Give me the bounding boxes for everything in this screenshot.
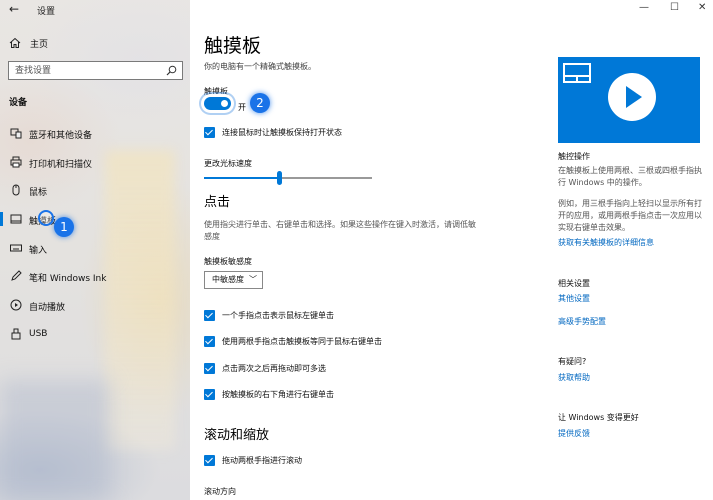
sidebar-item-label: 输入 [29,246,48,256]
tap-option-checkbox[interactable] [204,336,215,347]
home-label: 主页 [30,39,49,50]
keyboard-icon [10,244,22,252]
gestures-text: 在触摸板上使用两根、三根或四根手指执行 Windows 中的操作。 [558,166,702,187]
minimize-button[interactable]: — [639,2,649,13]
step-badge: 1 [54,217,74,237]
sidebar-item-label: 笔和 Windows Ink [29,274,107,284]
sensitivity-label: 触摸板敏感度 [204,257,252,266]
touchpad-toggle-label: 触摸板 [204,87,228,96]
tap-option-checkbox[interactable] [204,389,215,400]
checkbox-label: 一个手指点击表示鼠标左键单击 [222,311,334,320]
checkbox-label: 连接鼠标时让触摸板保持打开状态 [222,128,342,137]
active-indicator [0,212,3,226]
sidebar-item-usb[interactable]: USB [0,326,190,342]
checkbox-label: 按触摸板的右下角进行右键单击 [222,390,334,399]
click-indicator [38,210,54,226]
checkbox-label: 使用两根手指点击触摸板等同于鼠标右键单击 [222,337,382,346]
sidebar-item-pen[interactable]: 笔和 Windows Ink [0,268,190,284]
autoplay-icon [10,299,22,311]
step-badge: 2 [250,93,270,113]
scroll-option-checkbox[interactable] [204,455,215,466]
touchpad-icon [10,214,22,224]
slider-track [279,177,372,179]
cursor-speed-slider[interactable] [204,171,372,185]
checkbox-label: 拖动两根手指进行滚动 [222,456,302,465]
toggle-state-text: 开 [238,103,246,112]
section-heading: 设备 [9,98,28,108]
touchpad-icon [563,63,591,83]
touchpad-toggle[interactable] [204,97,231,110]
gestures-title: 触控操作 [558,152,590,161]
get-help-link[interactable]: 获取帮助 [558,372,590,383]
home-nav[interactable]: 主页 [9,36,48,50]
search-box[interactable] [8,61,183,80]
chevron-down-icon: ﹀ [249,275,257,284]
search-input[interactable] [15,63,165,78]
scroll-direction-label: 滚动方向 [204,487,236,496]
keep-on-checkbox[interactable] [204,127,215,138]
related-settings-title: 相关设置 [558,279,590,288]
sidebar-item-label: 鼠标 [29,188,48,198]
feedback-link[interactable]: 提供反馈 [558,428,590,439]
tap-option-row[interactable]: 按触摸板的右下角进行右键单击 [204,388,334,401]
slider-track-fill [204,177,279,179]
usb-icon [11,328,21,340]
improve-windows-title: 让 Windows 变得更好 [558,413,639,422]
other-settings-link[interactable]: 其他设置 [558,293,590,304]
advanced-gesture-link[interactable]: 高级手势配置 [558,316,606,327]
sidebar-item-label: 打印机和扫描仪 [29,160,93,170]
page-title: 触摸板 [204,35,262,57]
sidebar-item-label: 自动播放 [29,303,66,313]
sensitivity-dropdown[interactable]: 中敏感度 ﹀ [204,271,263,289]
bluetooth-icon [10,128,22,139]
toggle-knob [221,100,228,107]
sidebar-item-bluetooth[interactable]: 蓝牙和其他设备 [0,125,190,141]
sidebar-item-printers[interactable]: 打印机和扫描仪 [0,154,190,170]
checkbox-label: 点击两次之后再拖动即可多选 [222,364,326,373]
sidebar-item-label: USB [29,329,48,339]
gesture-video-thumbnail[interactable] [558,57,700,143]
tap-option-row[interactable]: 使用两根手指点击触摸板等同于鼠标右键单击 [204,335,382,348]
maximize-button[interactable]: ☐ [670,2,679,13]
tap-option-checkbox[interactable] [204,363,215,374]
slider-thumb[interactable] [277,171,282,185]
pen-icon [11,270,22,281]
home-icon [9,37,21,48]
scroll-option-row[interactable]: 拖动两根手指进行滚动 [204,454,302,467]
sidebar-item-label: 蓝牙和其他设备 [29,131,93,141]
page-subtitle: 你的电脑有一个精确式触摸板。 [204,62,316,71]
search-icon[interactable] [166,65,177,76]
background-blur [0,380,110,500]
sidebar: ← 设置 主页 设备 蓝牙和其他设备 打印机和扫描仪 [0,0,190,500]
play-icon[interactable] [608,73,656,121]
sidebar-item-autoplay[interactable]: 自动播放 [0,297,190,313]
scroll-heading: 滚动和缩放 [204,428,270,443]
sidebar-item-touchpad[interactable]: 触摸板 [0,211,190,227]
mouse-icon [12,184,20,196]
gestures-example-text: 例如，用三根手指向上轻扫以显示所有打开的应用，或用两根手指点击一次应用以实现右键… [558,199,702,232]
cursor-speed-label: 更改光标速度 [204,159,252,168]
tap-option-row[interactable]: 点击两次之后再拖动即可多选 [204,362,326,375]
dropdown-value: 中敏感度 [212,275,244,284]
sidebar-item-mouse[interactable]: 鼠标 [0,182,190,198]
main-pane: — ☐ ✕ 触摸板 你的电脑有一个精确式触摸板。 触摸板 开 2 连接鼠标时让触… [190,0,713,500]
close-button[interactable]: ✕ [698,2,706,13]
app-title: 设置 [37,7,56,17]
tap-description: 使用指尖进行单击、右键单击和选择。如果这些操作在键入时激活，请调低敏感度 [204,220,476,241]
question-title: 有疑问? [558,357,587,366]
tap-heading: 点击 [204,195,231,210]
tap-option-row[interactable]: 一个手指点击表示鼠标左键单击 [204,309,334,322]
touchpad-info-link[interactable]: 获取有关触摸板的详细信息 [558,237,654,248]
sidebar-item-typing[interactable]: 输入 [0,240,190,256]
printer-icon [10,156,22,168]
tap-option-checkbox[interactable] [204,310,215,321]
back-button[interactable]: ← [9,2,19,16]
title-bar: ← 设置 [0,0,190,18]
keep-on-checkbox-row[interactable]: 连接鼠标时让触摸板保持打开状态 [204,126,342,139]
